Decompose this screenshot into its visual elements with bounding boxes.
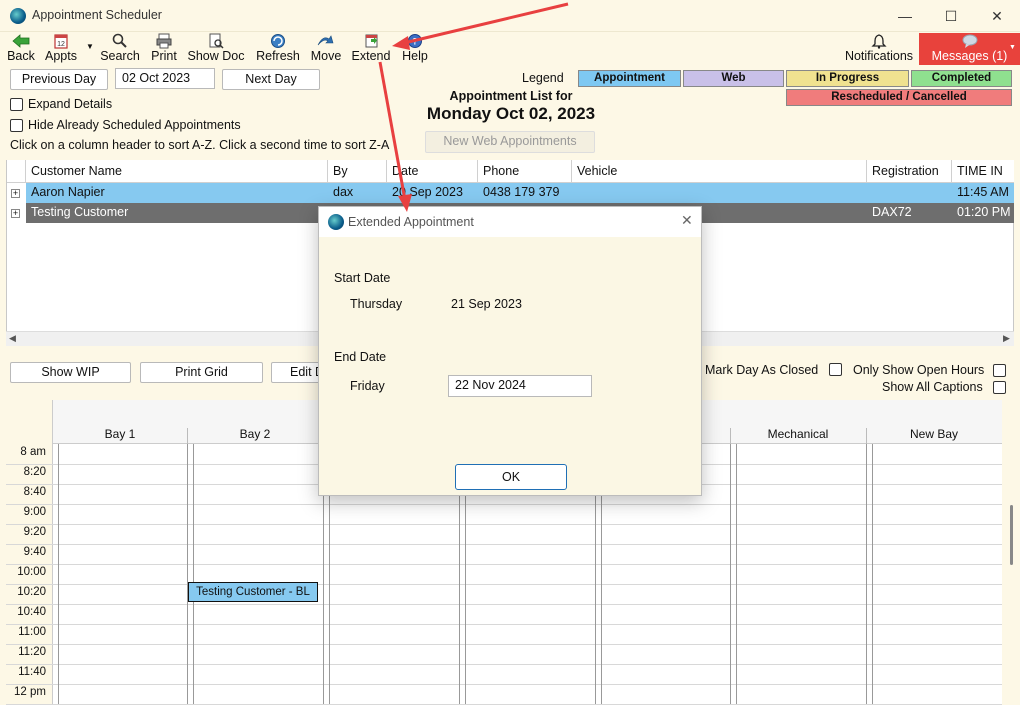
annotation-arrows [378, 2, 569, 212]
